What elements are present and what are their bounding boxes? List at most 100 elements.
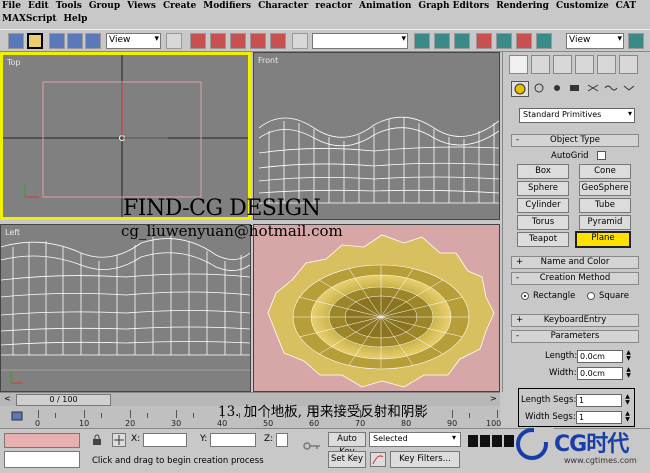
sphere-button[interactable]: Sphere [517, 181, 569, 196]
select-move-icon[interactable] [49, 33, 65, 49]
select-rotate-icon[interactable] [67, 33, 83, 49]
absolute-mode-icon[interactable] [112, 433, 126, 447]
cylinder-button[interactable]: Cylinder [517, 198, 569, 213]
menu-group[interactable]: Group [89, 1, 120, 11]
cameras-icon[interactable] [567, 81, 585, 97]
rollout-name-and-color[interactable]: + Name and Color [511, 256, 639, 269]
menu-rendering[interactable]: Rendering [496, 1, 549, 11]
geosphere-button[interactable]: GeoSphere [579, 181, 631, 196]
maxscript-listener-white[interactable] [4, 451, 80, 468]
menu-modifiers[interactable]: Modifiers [203, 1, 251, 11]
z-coord-field[interactable] [276, 433, 288, 447]
z-label: Z: [264, 434, 274, 444]
select-region-icon[interactable] [27, 33, 43, 49]
lock-icon[interactable] [92, 434, 102, 446]
length-input[interactable]: 0.0cm [577, 350, 623, 363]
y-coord-field[interactable] [210, 433, 256, 447]
motion-tab-icon[interactable] [575, 55, 594, 74]
menu-graph-editors[interactable]: Graph Editors [418, 1, 489, 11]
square-radio[interactable] [587, 292, 595, 300]
key-mode-icon[interactable] [370, 452, 386, 467]
key-icon[interactable] [302, 439, 322, 453]
width-spinner-icon[interactable]: ▲ ▼ [625, 367, 632, 380]
spinner-snap-icon[interactable] [270, 33, 286, 49]
length-spinner-icon[interactable]: ▲ ▼ [625, 350, 632, 363]
menu-reactor[interactable]: reactor [315, 1, 352, 11]
menu-tools[interactable]: Tools [56, 1, 82, 11]
select-scale-icon[interactable] [85, 33, 101, 49]
menu-customize[interactable]: Customize [556, 1, 609, 11]
menu-create[interactable]: Create [163, 1, 196, 11]
rollout-creation-method[interactable]: - Creation Method [511, 272, 639, 285]
torus-button[interactable]: Torus [517, 215, 569, 230]
playback-controls[interactable] [468, 434, 514, 448]
align-icon[interactable] [434, 33, 450, 49]
key-set-select[interactable]: Selected [369, 432, 461, 447]
geometry-icon[interactable] [511, 81, 529, 97]
mini-curve-editor-icon[interactable] [10, 409, 24, 423]
render-type-select[interactable]: View [566, 33, 624, 49]
menu-maxscript[interactable]: MAXScript [2, 14, 57, 24]
menu-cat[interactable]: CAT [616, 1, 636, 11]
percent-snap-icon[interactable] [250, 33, 266, 49]
autogrid-checkbox[interactable] [597, 151, 606, 160]
material-editor-icon[interactable] [516, 33, 532, 49]
lights-icon[interactable] [549, 81, 567, 97]
key-filters-button[interactable]: Key Filters... [390, 451, 460, 468]
layer-manager-icon[interactable] [454, 33, 470, 49]
rectangle-radio[interactable] [521, 292, 529, 300]
reference-coord-select[interactable]: View [106, 33, 161, 49]
select-object-icon[interactable] [8, 33, 24, 49]
schematic-view-icon[interactable] [496, 33, 512, 49]
menu-animation[interactable]: Animation [359, 1, 411, 11]
primitive-category-select[interactable]: Standard Primitives [519, 108, 635, 123]
x-coord-field[interactable] [143, 433, 187, 447]
rollout-parameters[interactable]: - Parameters [511, 330, 639, 343]
viewport-front[interactable]: Front [253, 52, 500, 220]
shapes-icon[interactable] [531, 81, 549, 97]
pyramid-button[interactable]: Pyramid [579, 215, 631, 230]
cone-button[interactable]: Cone [579, 164, 631, 179]
box-button[interactable]: Box [517, 164, 569, 179]
edit-named-selection-icon[interactable] [292, 33, 308, 49]
select-manipulate-icon[interactable] [190, 33, 206, 49]
tube-button[interactable]: Tube [579, 198, 631, 213]
menu-help[interactable]: Help [64, 14, 88, 24]
angle-snap-icon[interactable] [230, 33, 246, 49]
systems-icon[interactable] [621, 81, 639, 97]
menu-file[interactable]: File [2, 1, 21, 11]
tick-label: 10 [79, 419, 90, 428]
prev-frame-icon[interactable]: < [4, 394, 11, 403]
snap-toggle-icon[interactable] [210, 33, 226, 49]
viewport-perspective[interactable] [253, 224, 500, 392]
create-tab-icon[interactable] [509, 55, 528, 74]
time-slider[interactable]: 0 / 100 [16, 394, 111, 406]
menu-views[interactable]: Views [127, 1, 156, 11]
viewport-top[interactable]: Top [0, 52, 251, 220]
space-warps-icon[interactable] [603, 81, 621, 97]
helpers-icon[interactable] [585, 81, 603, 97]
key-set-dropdown-icon[interactable]: ▾ [452, 433, 456, 442]
utilities-tab-icon[interactable] [619, 55, 638, 74]
width-input[interactable]: 0.0cm [577, 367, 623, 380]
render-scene-icon[interactable] [536, 33, 552, 49]
display-tab-icon[interactable] [597, 55, 616, 74]
curve-editor-icon[interactable] [476, 33, 492, 49]
modify-tab-icon[interactable] [531, 55, 550, 74]
pivot-center-icon[interactable] [166, 33, 182, 49]
rollout-object-type[interactable]: - Object Type [511, 134, 639, 147]
quick-render-icon[interactable] [628, 33, 644, 49]
hierarchy-tab-icon[interactable] [553, 55, 572, 74]
teapot-button[interactable]: Teapot [517, 232, 569, 247]
plane-button[interactable]: Plane [575, 231, 631, 248]
next-frame-icon[interactable]: > [490, 394, 497, 403]
menu-edit[interactable]: Edit [28, 1, 49, 11]
rollout-keyboard-entry[interactable]: + KeyboardEntry [511, 314, 639, 327]
mirror-icon[interactable] [414, 33, 430, 49]
menu-character[interactable]: Character [258, 1, 308, 11]
maxscript-listener-pink[interactable] [4, 433, 80, 448]
viewport-left[interactable]: Left [0, 224, 251, 392]
set-key-button[interactable]: Set Key [328, 451, 366, 468]
auto-key-button[interactable]: Auto Key [328, 432, 366, 457]
named-selection-select[interactable] [312, 33, 408, 49]
